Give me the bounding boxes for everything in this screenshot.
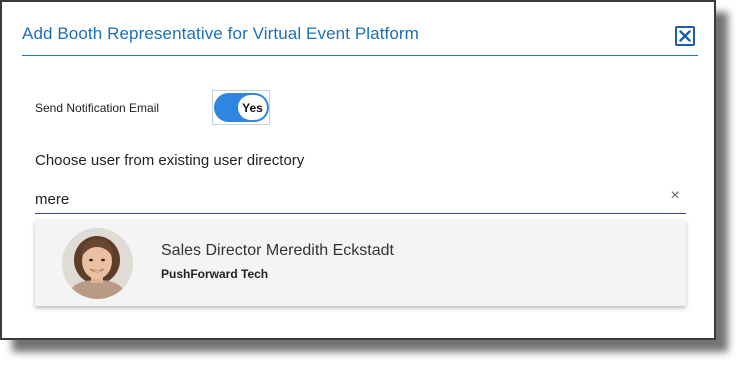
close-icon — [679, 30, 691, 42]
user-directory-label: Choose user from existing user directory — [35, 152, 305, 169]
result-company: PushForward Tech — [161, 267, 269, 281]
send-notification-toggle[interactable]: Yes — [212, 90, 270, 125]
send-notification-label: Send Notification Email — [35, 101, 160, 115]
dialog-title: Add Booth Representative for Virtual Eve… — [22, 24, 419, 43]
clear-icon[interactable]: × — [667, 188, 683, 204]
toggle-track: Yes — [214, 93, 269, 122]
result-name: Sales Director Meredith Eckstadt — [161, 242, 394, 259]
close-button[interactable] — [675, 26, 695, 46]
user-result-item[interactable]: Sales Director Meredith Eckstadt PushFor… — [35, 220, 686, 306]
add-booth-rep-dialog: Add Booth Representative for Virtual Eve… — [0, 0, 716, 340]
search-underline — [35, 213, 686, 214]
screenshot-canvas: Add Booth Representative for Virtual Eve… — [0, 0, 743, 367]
toggle-knob: Yes — [238, 95, 267, 120]
user-search-input[interactable] — [35, 187, 655, 211]
search-results-dropdown: Sales Director Meredith Eckstadt PushFor… — [35, 220, 686, 306]
title-divider — [22, 55, 698, 56]
avatar — [62, 228, 133, 299]
